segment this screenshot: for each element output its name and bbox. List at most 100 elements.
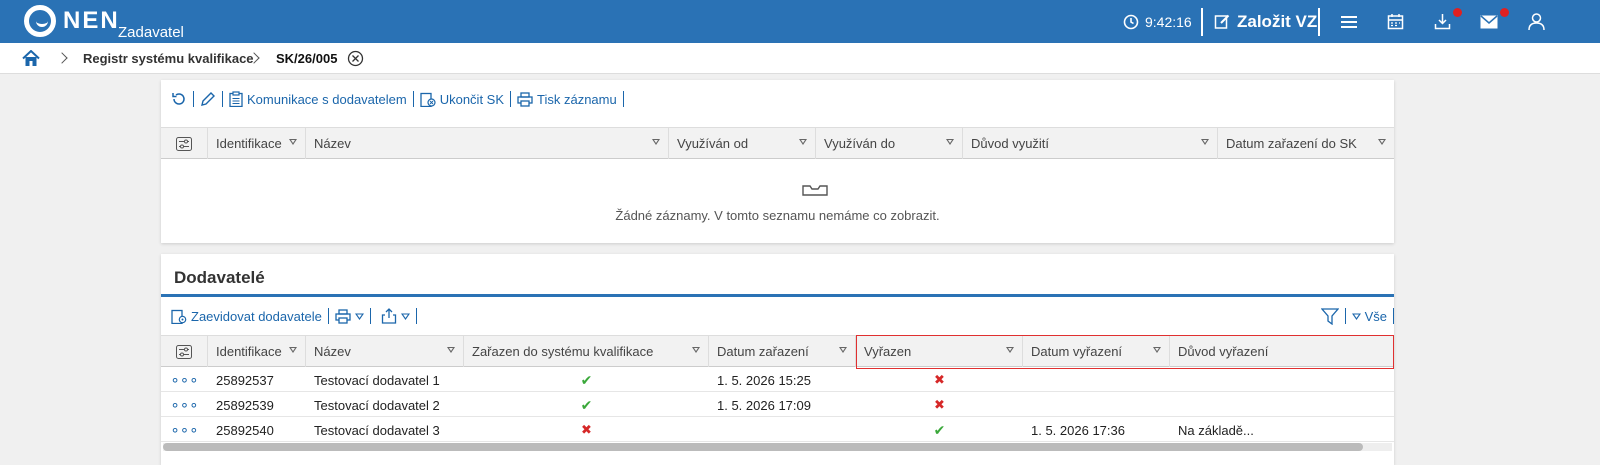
row-menu-icon[interactable]: ∘∘∘ (170, 396, 198, 414)
column-label: Datum zařazení (717, 344, 809, 359)
table-row[interactable]: ∘∘∘ 25892540 Testovací dodavatel 3 ✖ ✔ 1. 5. … (161, 418, 1394, 442)
usage-grid-header: Identifikace Název Využíván od Využíván … (161, 127, 1394, 159)
suppliers-panel: Dodavatelé Zaevidovat dodavatele Vše Ide… (161, 254, 1394, 465)
column-header[interactable]: Důvod využití (963, 128, 1218, 159)
table-cell: 25892539 (208, 393, 306, 417)
user-icon (1528, 12, 1545, 30)
column-header[interactable]: Využíván od (669, 128, 816, 159)
caret-down-icon (400, 312, 410, 320)
suppliers-filter-toolbar: Vše (1315, 297, 1394, 335)
filter-icon[interactable] (1201, 139, 1209, 145)
messages-notification-dot (1500, 8, 1509, 17)
record-toolbar: Komunikace s dodavatelem Ukončit SK Tisk… (165, 80, 624, 118)
cell-date-included: 1. 5. 2026 17:09 (717, 397, 811, 413)
register-supplier-button[interactable]: Zaevidovat dodavatele (165, 308, 328, 324)
table-cell: Na základě... (1170, 418, 1394, 442)
filter-icon[interactable] (289, 347, 297, 353)
filter-icon[interactable] (839, 347, 847, 353)
divider (1318, 8, 1320, 36)
filter-icon[interactable] (652, 139, 660, 145)
menu-button[interactable] (1340, 0, 1358, 43)
column-header[interactable]: Datum zařazení do SK (1218, 128, 1394, 159)
divider (1201, 8, 1203, 36)
cell-date-excluded: 1. 5. 2026 17:36 (1031, 422, 1125, 438)
column-header[interactable]: Název (306, 336, 464, 367)
cell-reason: Na základě... (1178, 422, 1254, 438)
table-row[interactable]: ∘∘∘ 25892539 Testovací dodavatel 2 ✔ 1. 5. 2… (161, 393, 1394, 417)
column-header[interactable]: Identifikace (208, 128, 306, 159)
print-menu-button[interactable] (329, 308, 370, 324)
row-menu-icon[interactable]: ∘∘∘ (170, 421, 198, 439)
refresh-button[interactable] (165, 91, 193, 107)
app-logo-text[interactable]: NEN (63, 7, 120, 35)
create-vz-label: Založit VZ (1237, 11, 1318, 31)
cell-id: 25892540 (216, 422, 274, 438)
create-vz-button[interactable]: Založit VZ (1214, 0, 1317, 43)
filter-icon[interactable] (289, 139, 297, 145)
edit-icon (1214, 14, 1230, 29)
column-label: Zařazen do systému kvalifikace (472, 344, 654, 359)
table-cell: 1. 5. 2026 17:36 (1023, 418, 1170, 442)
view-filter-label: Vše (1364, 308, 1387, 324)
empty-tray-icon (802, 185, 828, 196)
printer-icon (335, 308, 351, 324)
cell-name: Testovací dodavatel 1 (314, 372, 440, 388)
table-cell: ∘∘∘ (161, 418, 208, 442)
highlight-box (856, 335, 1394, 369)
clipboard-gear-icon (171, 309, 187, 324)
column-header[interactable]: Identifikace (208, 336, 306, 367)
table-cell: ✖ (856, 393, 1023, 417)
column-settings-button[interactable] (161, 128, 208, 159)
table-cell (1023, 368, 1170, 392)
filter-icon[interactable] (799, 139, 807, 145)
export-menu-button[interactable] (371, 308, 416, 324)
close-tab-button[interactable] (347, 43, 364, 74)
calendar-button[interactable] (1387, 0, 1404, 43)
check-icon: ✔ (933, 421, 946, 438)
user-button[interactable] (1528, 0, 1545, 43)
home-button[interactable] (22, 43, 40, 74)
edit-button[interactable] (194, 91, 222, 107)
column-header[interactable]: Zařazen do systému kvalifikace (464, 336, 709, 367)
end-sk-button[interactable]: Ukončit SK (414, 91, 510, 107)
column-header[interactable]: Název (306, 128, 669, 159)
column-header[interactable]: Datum zařazení (709, 336, 856, 367)
filter-icon[interactable] (692, 347, 700, 353)
breadcrumb: Registr systému kvalifikace SK/26/005 (0, 43, 1600, 74)
table-cell: Testovací dodavatel 1 (306, 368, 464, 392)
session-clock: 9:42:16 (1123, 0, 1192, 43)
downloads-button[interactable] (1434, 0, 1451, 43)
breadcrumb-registry[interactable]: Registr systému kvalifikace (83, 43, 254, 74)
table-row[interactable]: ∘∘∘ 25892537 Testovací dodavatel 1 ✔ 1. 5. 2… (161, 368, 1394, 392)
filter-icon[interactable] (447, 347, 455, 353)
column-label: Identifikace (216, 344, 282, 359)
scrollbar-thumb[interactable] (163, 443, 1363, 451)
view-filter-button[interactable]: Vše (1346, 309, 1393, 324)
filter-icon[interactable] (1378, 139, 1386, 145)
column-settings-button[interactable] (161, 336, 208, 367)
column-label: Název (314, 344, 351, 359)
row-menu-icon[interactable]: ∘∘∘ (170, 371, 198, 389)
table-cell: ∘∘∘ (161, 393, 208, 417)
register-supplier-label: Zaevidovat dodavatele (191, 308, 322, 324)
column-header[interactable]: Využíván do (816, 128, 963, 159)
print-record-label: Tisk záznamu (537, 91, 617, 107)
cell-name: Testovací dodavatel 2 (314, 397, 440, 413)
cross-icon: ✖ (581, 422, 592, 437)
session-time: 9:42:16 (1145, 13, 1192, 30)
table-cell: 1. 5. 2026 15:25 (709, 368, 856, 392)
communication-button[interactable]: Komunikace s dodavatelem (223, 91, 413, 107)
filter-button[interactable] (1315, 307, 1345, 325)
chevron-right-icon (56, 52, 68, 64)
clock-icon (1123, 14, 1139, 29)
filter-icon[interactable] (946, 139, 954, 145)
funnel-icon (1320, 307, 1339, 325)
messages-button[interactable] (1480, 0, 1498, 43)
close-circle-icon (347, 50, 364, 67)
print-record-button[interactable]: Tisk záznamu (511, 92, 623, 107)
table-cell: ✖ (856, 368, 1023, 392)
column-label: Název (314, 136, 351, 151)
clipboard-icon (229, 91, 243, 107)
table-cell: ✖ (464, 418, 709, 442)
nen-logo-icon[interactable] (24, 5, 56, 37)
